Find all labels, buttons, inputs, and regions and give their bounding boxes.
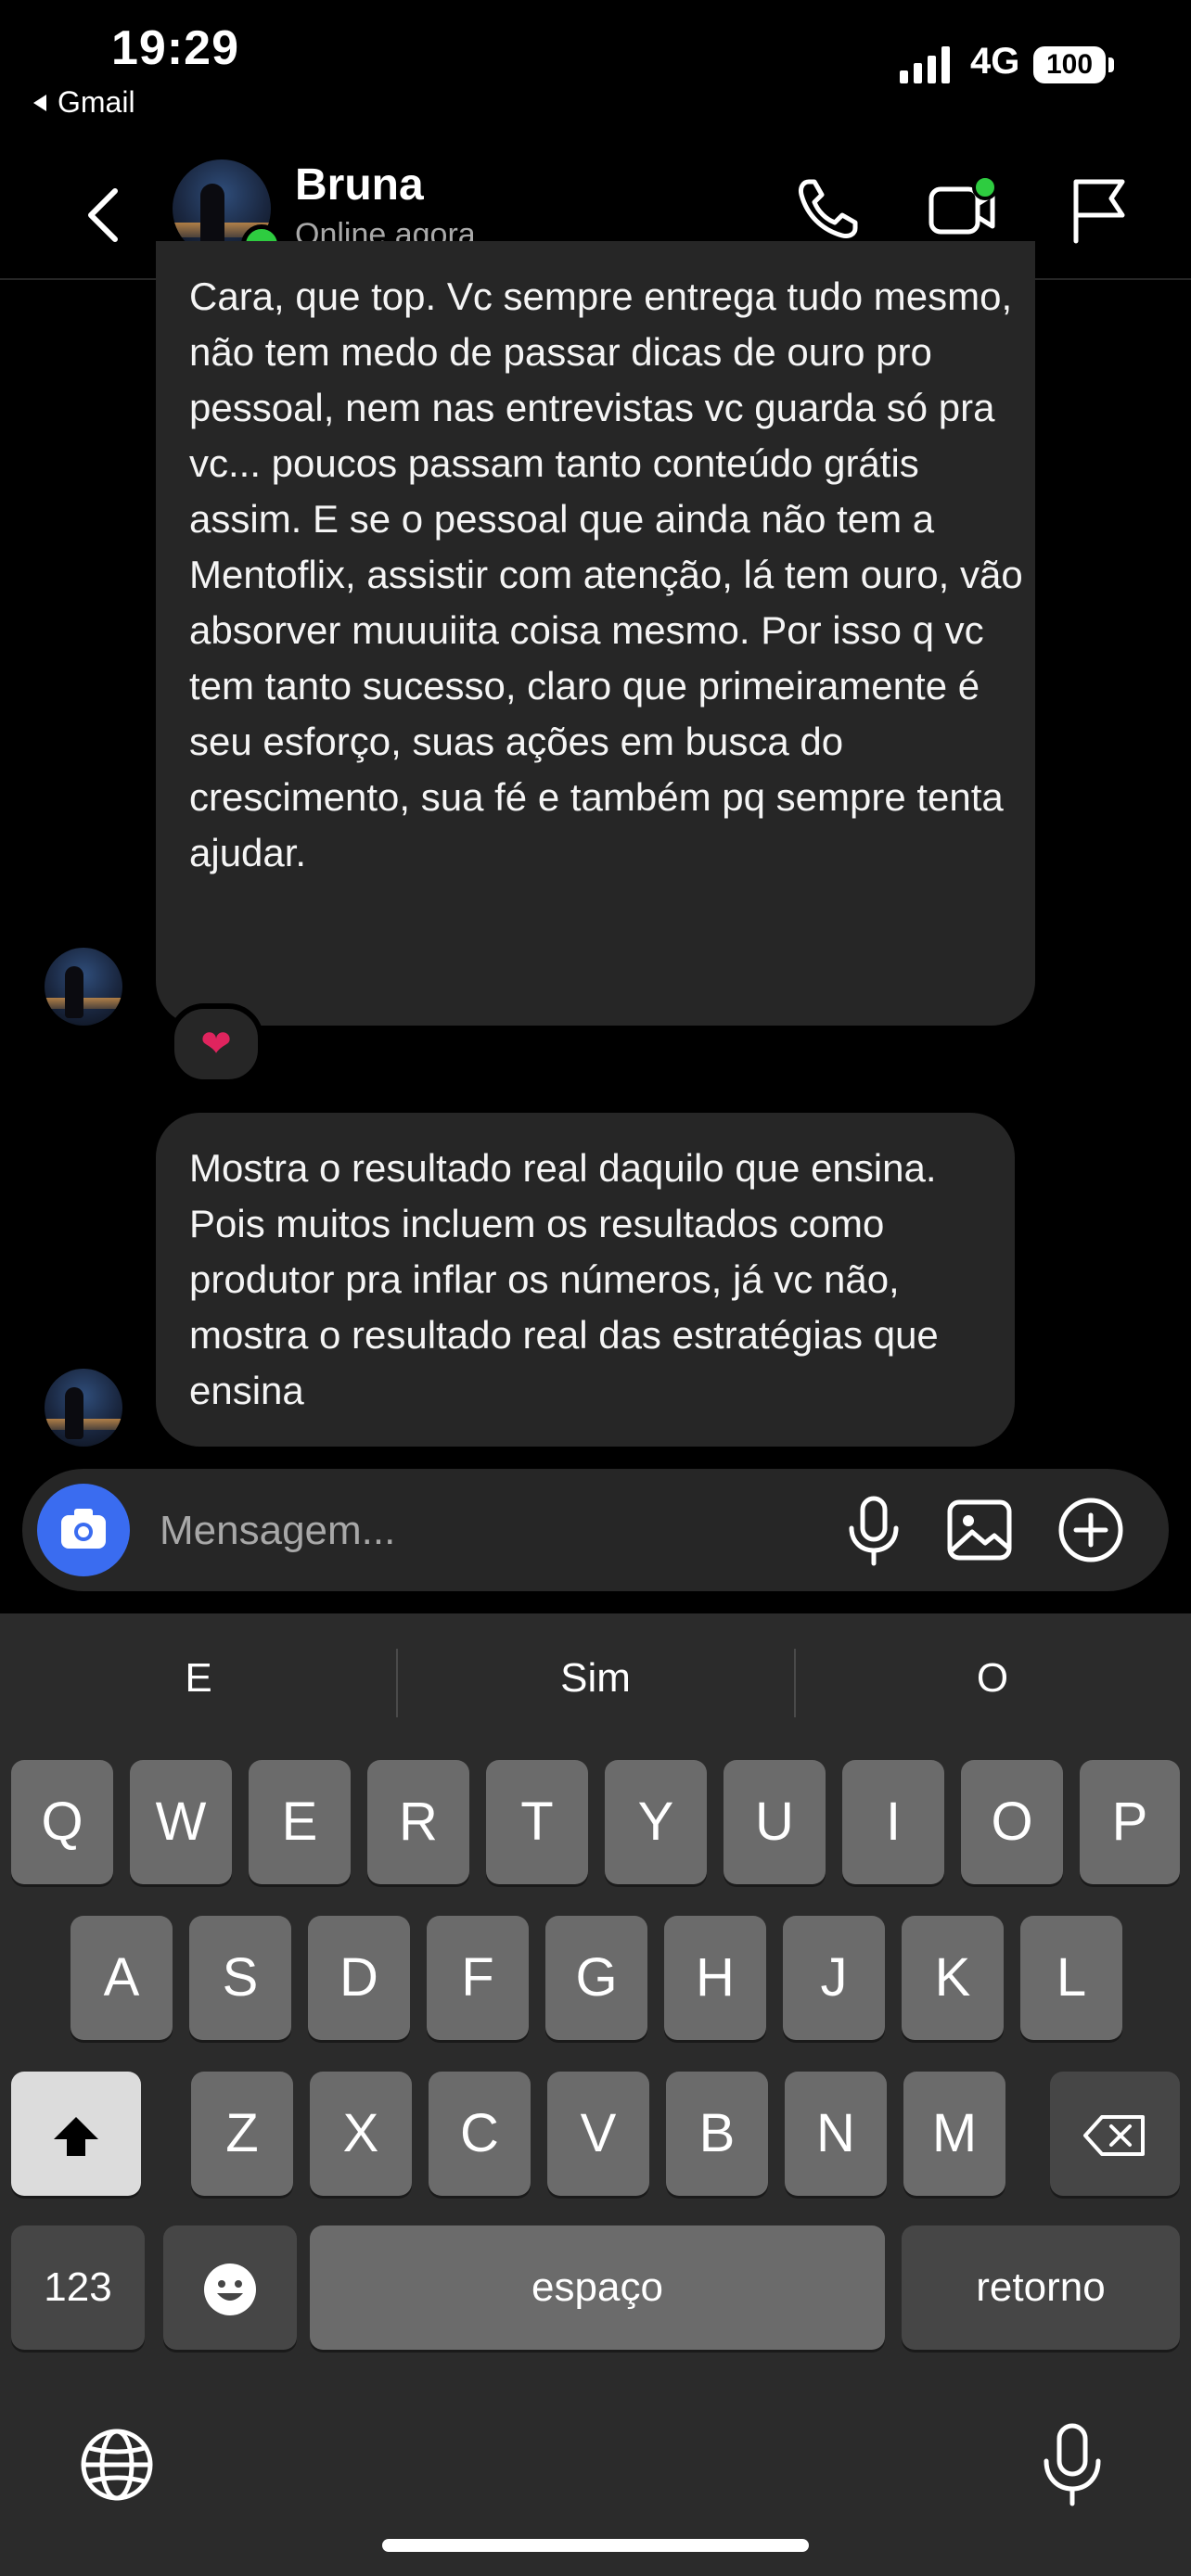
add-plus-icon[interactable] [1056,1493,1126,1567]
gallery-icon[interactable] [944,1493,1015,1567]
key-i[interactable]: I [842,1760,944,1884]
key-h[interactable]: H [664,1916,766,2040]
microphone-icon[interactable] [839,1493,909,1567]
key-x[interactable]: X [310,2072,412,2196]
suggestion-2[interactable]: Sim [397,1643,794,1714]
key-k[interactable]: K [902,1916,1004,2040]
key-z[interactable]: Z [191,2072,293,2196]
heart-reaction-icon[interactable]: ❤ [169,1003,263,1085]
key-t[interactable]: T [486,1760,588,1884]
back-triangle-icon [33,94,46,111]
suggestion-1[interactable]: E [0,1643,397,1714]
key-e[interactable]: E [249,1760,351,1884]
key-f[interactable]: F [427,1916,529,2040]
network-type: 4G [970,41,1020,82]
video-call-icon[interactable] [926,172,1000,247]
message-bubble[interactable]: Mostra o resultado real daquilo que ensi… [156,1113,1015,1447]
key-b[interactable]: B [666,2072,768,2196]
emoji-smiley-icon [204,2264,256,2316]
key-s[interactable]: S [189,1916,291,2040]
cellular-signal-icon [900,45,950,83]
message-bubble[interactable]: Cara, que top. Vc sempre entrega tudo me… [156,241,1035,1026]
key-n[interactable]: N [785,2072,887,2196]
shift-key[interactable] [11,2072,141,2196]
status-time: 19:29 [111,21,239,75]
camera-button[interactable] [37,1484,130,1576]
sender-avatar[interactable] [45,948,122,1026]
key-u[interactable]: U [724,1760,826,1884]
report-flag-icon[interactable] [1063,172,1137,247]
key-l[interactable]: L [1020,1916,1122,2040]
delete-key[interactable] [1050,2072,1180,2196]
dictation-microphone-icon[interactable] [1037,2420,1108,2509]
sender-avatar[interactable] [45,1369,122,1447]
battery-tip [1108,57,1114,72]
message-text: Cara, que top. Vc sempre entrega tudo me… [189,274,1023,874]
key-d[interactable]: D [308,1916,410,2040]
camera-icon [61,1509,106,1549]
key-o[interactable]: O [961,1760,1063,1884]
key-a[interactable]: A [70,1916,173,2040]
back-chevron-icon[interactable] [78,178,134,252]
home-indicator[interactable] [382,2539,809,2552]
key-m[interactable]: M [903,2072,1005,2196]
back-app-label: Gmail [58,85,135,119]
space-key[interactable]: espaço [310,2225,885,2350]
backspace-icon [1083,2115,1145,2157]
contact-name[interactable]: Bruna [295,159,424,210]
key-w[interactable]: W [130,1760,232,1884]
message-input[interactable] [158,1502,718,1560]
back-to-app-link[interactable]: Gmail [33,85,135,120]
key-c[interactable]: C [429,2072,531,2196]
status-bar: 19:29 Gmail 4G 100 [0,0,1191,130]
numbers-key[interactable]: 123 [11,2225,145,2350]
key-p[interactable]: P [1080,1760,1180,1884]
globe-icon[interactable] [78,2426,156,2504]
message-text: Mostra o resultado real daquilo que ensi… [189,1146,939,1412]
emoji-key[interactable] [163,2225,297,2350]
shift-arrow-icon [54,2116,98,2156]
phone-call-icon[interactable] [790,172,864,247]
suggestion-3[interactable]: O [794,1643,1191,1714]
key-q[interactable]: Q [11,1760,113,1884]
key-g[interactable]: G [545,1916,647,2040]
key-y[interactable]: Y [605,1760,707,1884]
return-key[interactable]: retorno [902,2225,1180,2350]
key-v[interactable]: V [547,2072,649,2196]
key-r[interactable]: R [367,1760,469,1884]
key-j[interactable]: J [783,1916,885,2040]
battery-icon: 100 [1033,46,1106,83]
